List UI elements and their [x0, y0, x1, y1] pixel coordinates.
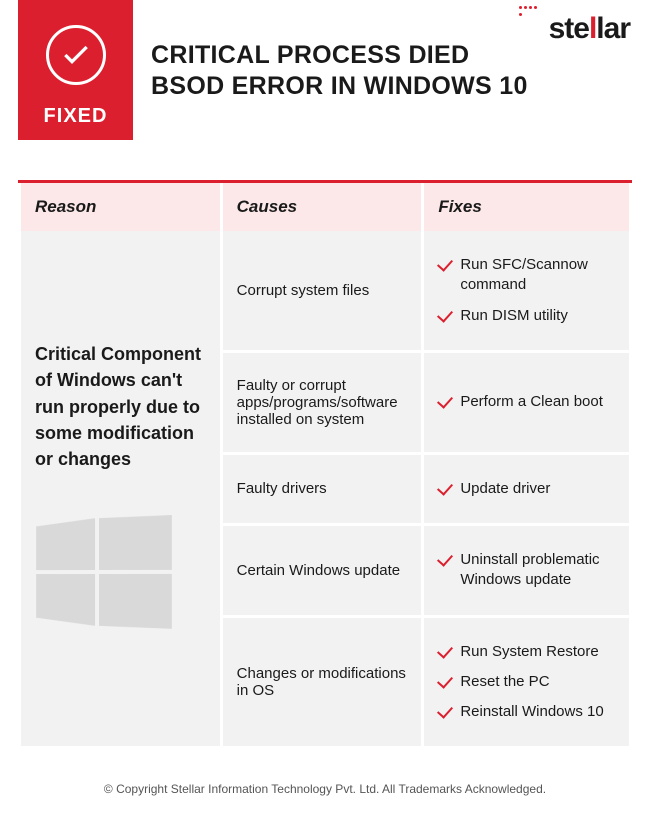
fix-item: Run SFC/Scannow command: [438, 255, 615, 296]
copyright-footer: © Copyright Stellar Information Technolo…: [0, 782, 650, 796]
windows-logo-icon: [36, 515, 166, 637]
badge-label: FIXED: [44, 105, 108, 128]
title-line-1: CRITICAL PROCESS DIED: [151, 41, 469, 69]
info-table: Reason Causes Fixes Critical Component o…: [18, 180, 632, 749]
fix-item: Update driver: [438, 479, 615, 499]
reason-cell: Critical Component of Windows can't run …: [21, 231, 220, 749]
fix-cell: Run System Restore Reset the PC Reinstal…: [424, 618, 629, 750]
fix-cell: Perform a Clean boot: [424, 353, 629, 455]
fix-item: Reset the PC: [438, 672, 615, 692]
cause-cell: Certain Windows update: [223, 526, 422, 618]
cause-cell: Corrupt system files: [223, 231, 422, 353]
reason-text: Critical Component of Windows can't run …: [35, 341, 206, 471]
fix-item: Uninstall problematic Windows update: [438, 550, 615, 591]
fix-cell: Update driver: [424, 455, 629, 526]
th-causes: Causes: [223, 183, 422, 231]
cause-cell: Faulty or corrupt apps/programs/software…: [223, 353, 422, 455]
th-reason: Reason: [21, 183, 220, 231]
fixed-badge: FIXED: [18, 0, 133, 140]
fix-item: Perform a Clean boot: [438, 392, 615, 412]
check-circle-icon: [46, 25, 106, 85]
cause-cell: Changes or modifications in OS: [223, 618, 422, 750]
cause-cell: Faulty drivers: [223, 455, 422, 526]
fix-item: Run System Restore: [438, 642, 615, 662]
title-line-2: BSOD ERROR IN WINDOWS 10: [151, 72, 528, 100]
fix-cell: Run SFC/Scannow command Run DISM utility: [424, 231, 629, 353]
th-fixes: Fixes: [424, 183, 629, 231]
brand-logo: stellar: [549, 12, 630, 46]
fix-item: Reinstall Windows 10: [438, 702, 615, 722]
fix-cell: Uninstall problematic Windows update: [424, 526, 629, 618]
fix-item: Run DISM utility: [438, 306, 615, 326]
